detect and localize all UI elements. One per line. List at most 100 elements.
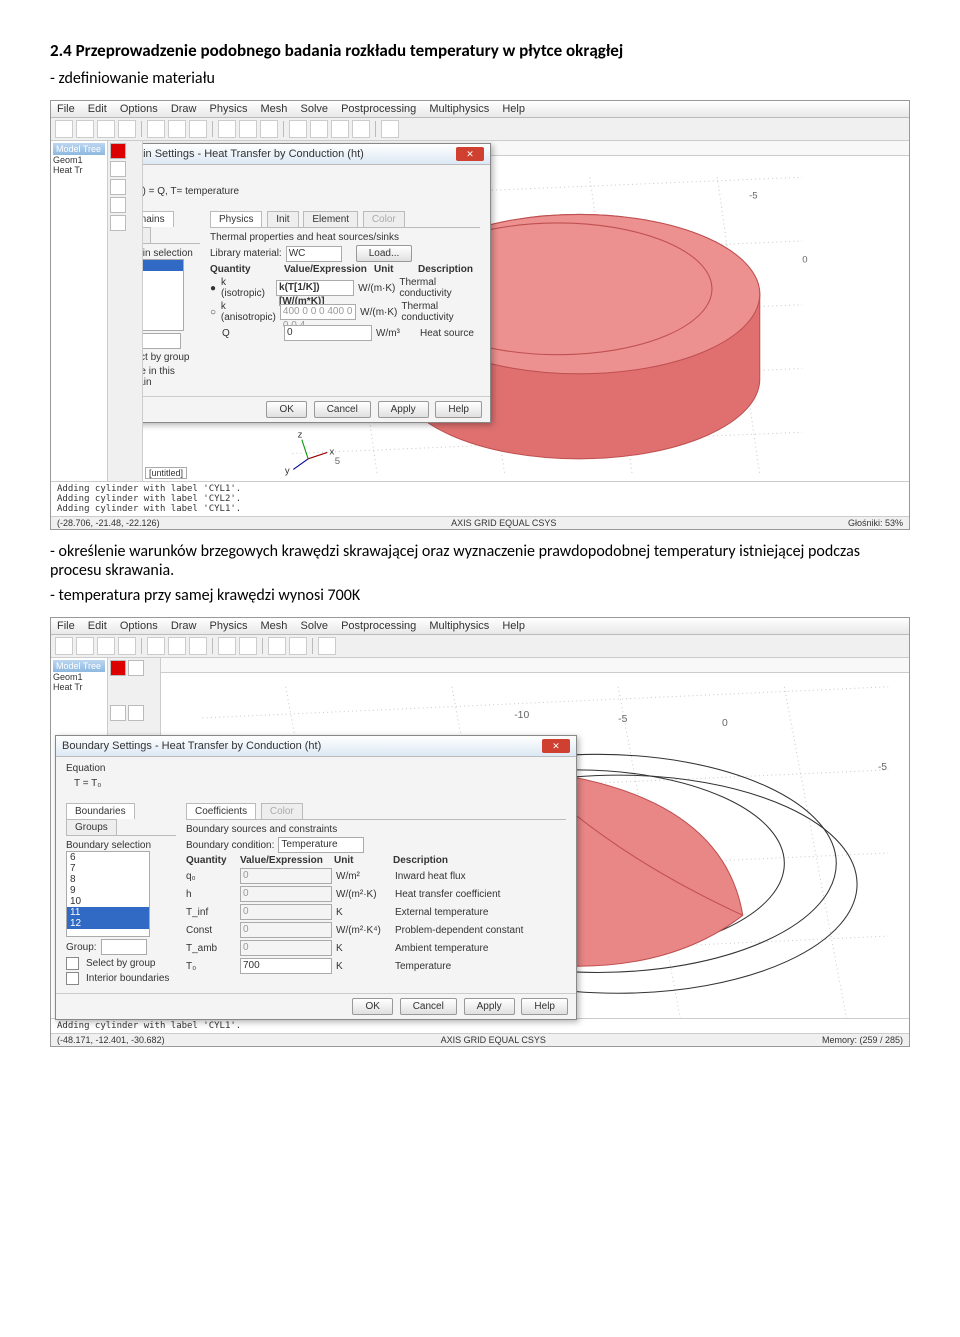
sidetool-select[interactable]: [110, 143, 126, 159]
radio-k-iso[interactable]: ●: [210, 283, 217, 294]
tool-cut[interactable]: [147, 637, 165, 655]
menu-edit[interactable]: Edit: [88, 103, 107, 115]
canvas[interactable]: -5 0 5 x z y [untitled]: [143, 141, 909, 481]
tool-zoom-in[interactable]: [289, 120, 307, 138]
menu-physics[interactable]: Physics: [210, 103, 248, 115]
list-item[interactable]: 10: [67, 896, 149, 907]
tool-help[interactable]: [318, 637, 336, 655]
subdomain-list[interactable]: 1 2: [143, 259, 184, 331]
tool-help[interactable]: [381, 120, 399, 138]
tool-zoom-extents[interactable]: [331, 120, 349, 138]
list-item[interactable]: 2: [143, 271, 183, 282]
tool-copy[interactable]: [168, 637, 186, 655]
cancel-button[interactable]: Cancel: [400, 998, 457, 1015]
sidetool-1[interactable]: [110, 660, 126, 676]
tool-new[interactable]: [55, 637, 73, 655]
menu-solve[interactable]: Solve: [300, 620, 328, 632]
group-select[interactable]: [143, 333, 181, 349]
menu-postprocessing[interactable]: Postprocessing: [341, 103, 416, 115]
help-button[interactable]: Help: [435, 401, 482, 418]
tool-save[interactable]: [97, 637, 115, 655]
bc-select[interactable]: Temperature: [278, 837, 364, 853]
k-iso-input[interactable]: k(T[1/K])[W/(m*K)]: [276, 280, 354, 296]
value-input[interactable]: 700: [240, 958, 332, 974]
value-input[interactable]: 0: [240, 886, 332, 902]
menu-help[interactable]: Help: [502, 620, 525, 632]
tab-physics[interactable]: Physics: [210, 211, 262, 227]
tool-print[interactable]: [118, 637, 136, 655]
tool-zoom-out[interactable]: [310, 120, 328, 138]
tool-rotate[interactable]: [352, 120, 370, 138]
tab-init[interactable]: Init: [267, 211, 298, 227]
tool-paste[interactable]: [189, 637, 207, 655]
tool-open[interactable]: [76, 637, 94, 655]
menu-draw[interactable]: Draw: [171, 103, 197, 115]
tool-refine[interactable]: [239, 120, 257, 138]
load-button[interactable]: Load...: [356, 245, 413, 262]
apply-button[interactable]: Apply: [464, 998, 515, 1015]
tree-item-heat[interactable]: Heat Tr: [53, 165, 105, 175]
list-item[interactable]: 7: [67, 863, 149, 874]
menu-multiphysics[interactable]: Multiphysics: [429, 620, 489, 632]
k-aniso-input[interactable]: 400 0 0 0 400 0 0 0 4: [280, 304, 356, 320]
menu-file[interactable]: File: [57, 620, 75, 632]
sidetool-3[interactable]: [110, 179, 126, 195]
tool-paste[interactable]: [189, 120, 207, 138]
tab-groups[interactable]: Groups: [66, 819, 117, 835]
menu-physics[interactable]: Physics: [210, 620, 248, 632]
tool-save[interactable]: [97, 120, 115, 138]
menu-mesh[interactable]: Mesh: [261, 620, 288, 632]
close-icon[interactable]: ✕: [542, 739, 570, 753]
tool-rotate[interactable]: [289, 637, 307, 655]
list-item[interactable]: 1: [143, 260, 183, 271]
close-icon[interactable]: ✕: [456, 147, 484, 161]
apply-button[interactable]: Apply: [378, 401, 429, 418]
value-input[interactable]: 0: [240, 940, 332, 956]
tab-coefficients[interactable]: Coefficients: [186, 803, 256, 819]
list-item[interactable]: 12: [67, 918, 149, 929]
tab-subdomains[interactable]: Subdomains: [143, 211, 174, 227]
value-input[interactable]: 0: [240, 904, 332, 920]
tool-zoom[interactable]: [268, 637, 286, 655]
tool-solve[interactable]: [239, 637, 257, 655]
library-material-select[interactable]: WC: [286, 246, 342, 262]
tab-color[interactable]: Color: [363, 211, 405, 227]
list-item[interactable]: 9: [67, 885, 149, 896]
tab-element[interactable]: Element: [303, 211, 358, 227]
list-item[interactable]: 11: [67, 907, 149, 918]
tree-item-geom[interactable]: Geom1: [53, 672, 105, 682]
menu-edit[interactable]: Edit: [88, 620, 107, 632]
menu-help[interactable]: Help: [502, 103, 525, 115]
menu-solve[interactable]: Solve: [300, 103, 328, 115]
sidetool-4[interactable]: [128, 705, 144, 721]
list-item[interactable]: 8: [67, 874, 149, 885]
menu-options[interactable]: Options: [120, 620, 158, 632]
boundary-list[interactable]: 6 7 8 9 10 11 12: [66, 851, 150, 937]
tool-cut[interactable]: [147, 120, 165, 138]
q-input[interactable]: 0: [284, 325, 372, 341]
menu-options[interactable]: Options: [120, 103, 158, 115]
menu-postprocessing[interactable]: Postprocessing: [341, 620, 416, 632]
menu-file[interactable]: File: [57, 103, 75, 115]
sidetool-5[interactable]: [110, 215, 126, 231]
list-item[interactable]: 6: [67, 852, 149, 863]
menu-draw[interactable]: Draw: [171, 620, 197, 632]
sidetool-4[interactable]: [110, 197, 126, 213]
tool-open[interactable]: [76, 120, 94, 138]
select-by-group-checkbox[interactable]: [66, 957, 79, 970]
tool-new[interactable]: [55, 120, 73, 138]
ok-button[interactable]: OK: [266, 401, 306, 418]
tree-item-heat[interactable]: Heat Tr: [53, 682, 105, 692]
menu-mesh[interactable]: Mesh: [261, 103, 288, 115]
untitled-tab[interactable]: [untitled]: [145, 467, 187, 479]
tab-boundaries[interactable]: Boundaries: [66, 803, 135, 819]
tool-copy[interactable]: [168, 120, 186, 138]
sidetool-2[interactable]: [110, 161, 126, 177]
tool-print[interactable]: [118, 120, 136, 138]
tool-solve[interactable]: [260, 120, 278, 138]
tool-mesh[interactable]: [218, 120, 236, 138]
value-input[interactable]: 0: [240, 868, 332, 884]
tree-item-geom[interactable]: Geom1: [53, 155, 105, 165]
radio-k-aniso[interactable]: ○: [210, 307, 217, 318]
sidetool-2[interactable]: [128, 660, 144, 676]
